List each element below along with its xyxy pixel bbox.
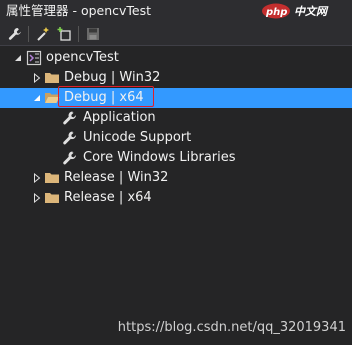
collapsed-arrow-icon[interactable] xyxy=(32,73,42,83)
folder-icon xyxy=(45,73,59,83)
wrench-icon[interactable] xyxy=(6,25,24,43)
property-tree: opencvTest Debug | Win32 Debug | x64 App… xyxy=(0,46,352,345)
tree-item-label: Application xyxy=(83,110,156,125)
tree-item-label: Core Windows Libraries xyxy=(83,150,236,165)
tree-item-application[interactable]: Application xyxy=(0,108,352,128)
add-existing-icon[interactable] xyxy=(56,25,74,43)
tree-item-release-win32[interactable]: Release | Win32 xyxy=(0,168,352,188)
collapsed-arrow-icon[interactable] xyxy=(32,193,42,203)
tree-item-label: Release | x64 xyxy=(64,190,152,205)
project-icon xyxy=(26,50,42,66)
php-watermark-logo: php 中文网 xyxy=(262,3,344,19)
svg-text:php: php xyxy=(265,7,287,18)
toolbar-separator xyxy=(78,26,79,42)
tree-item-label: Unicode Support xyxy=(83,130,192,145)
tree-item-debug-x64[interactable]: Debug | x64 xyxy=(0,88,352,108)
tree-item-label: Release | Win32 xyxy=(64,170,169,185)
collapsed-arrow-icon[interactable] xyxy=(32,173,42,183)
folder-icon xyxy=(45,193,59,203)
tree-item-opencvtest[interactable]: opencvTest xyxy=(0,48,352,68)
source-url-watermark: https://blog.csdn.net/qq_32019341 xyxy=(117,320,346,335)
tree-item-label: opencvTest xyxy=(46,50,119,65)
wrench-icon xyxy=(63,111,76,125)
folder-icon xyxy=(45,173,59,183)
wrench-icon xyxy=(63,151,76,165)
svg-text:中文网: 中文网 xyxy=(294,5,329,18)
toolbar-separator xyxy=(28,26,29,42)
wrench-icon xyxy=(63,131,76,145)
tree-item-core-windows-libraries[interactable]: Core Windows Libraries xyxy=(0,148,352,168)
tree-item-debug-win32[interactable]: Debug | Win32 xyxy=(0,68,352,88)
expanded-arrow-icon[interactable] xyxy=(32,93,42,103)
window-title: 属性管理器 - opencvTest xyxy=(6,3,152,18)
toolbar xyxy=(0,22,352,46)
highlight-box xyxy=(58,86,154,107)
new-sheet-icon[interactable] xyxy=(34,25,52,43)
save-icon[interactable] xyxy=(84,25,102,43)
tree-item-unicode-support[interactable]: Unicode Support xyxy=(0,128,352,148)
expanded-arrow-icon[interactable] xyxy=(13,53,23,63)
tree-item-label: Debug | Win32 xyxy=(64,70,161,85)
tree-item-release-x64[interactable]: Release | x64 xyxy=(0,188,352,208)
